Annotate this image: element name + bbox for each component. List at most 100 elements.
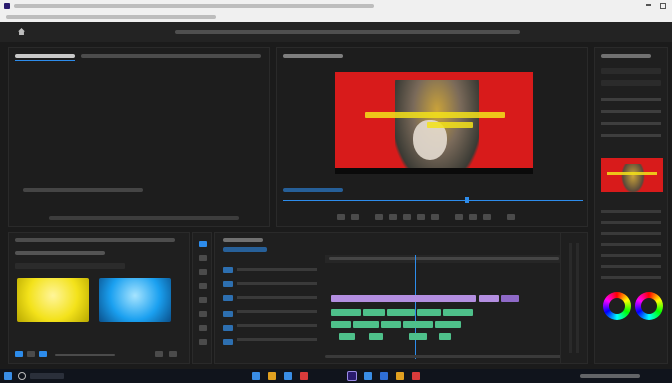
video-frame[interactable]: [335, 72, 533, 174]
audio-clip[interactable]: [331, 321, 351, 328]
timeline-playhead[interactable]: [415, 255, 416, 359]
settings-button[interactable]: [507, 214, 515, 220]
video-clip[interactable]: [501, 295, 519, 302]
audio-clip[interactable]: [381, 321, 401, 328]
program-scrubber[interactable]: [283, 200, 583, 201]
mark-in-button[interactable]: [337, 214, 345, 220]
playhead-marker[interactable]: [465, 197, 469, 203]
source-tab-active[interactable]: [15, 54, 75, 58]
right-panel-field[interactable]: [601, 80, 661, 86]
source-tabs-placeholder[interactable]: [81, 54, 261, 58]
track-a3-toggle[interactable]: [223, 339, 233, 345]
mark-out-button[interactable]: [351, 214, 359, 220]
project-search-input[interactable]: [15, 263, 125, 269]
taskbar-app-icon[interactable]: [300, 372, 308, 380]
pen-tool-icon[interactable]: [199, 311, 207, 317]
freeform-view-button[interactable]: [39, 351, 47, 357]
step-back-button[interactable]: [389, 214, 397, 220]
ripple-edit-tool-icon[interactable]: [199, 269, 207, 275]
video-clip[interactable]: [479, 295, 499, 302]
track-a1-toggle[interactable]: [223, 311, 233, 317]
color-wheel-shadows[interactable]: [603, 292, 631, 320]
start-icon[interactable]: [4, 372, 12, 380]
timeline-scrollbar[interactable]: [325, 355, 565, 358]
search-icon[interactable]: [18, 372, 26, 380]
selection-tool-icon[interactable]: [199, 241, 207, 247]
new-item-button[interactable]: [155, 351, 163, 357]
premiere-app-icon[interactable]: [347, 371, 357, 381]
go-to-in-button[interactable]: [375, 214, 383, 220]
taskbar-app-icon[interactable]: [412, 372, 420, 380]
project-item-blue[interactable]: [99, 278, 171, 322]
taskbar-search-field[interactable]: [30, 373, 64, 379]
color-wheel-highlights[interactable]: [635, 292, 663, 320]
timeline-panel: [214, 232, 588, 364]
type-tool-icon[interactable]: [199, 339, 207, 345]
close-button[interactable]: [660, 3, 666, 9]
audio-clip[interactable]: [363, 309, 385, 316]
taskbar: [0, 369, 672, 383]
taskbar-app-icon[interactable]: [364, 372, 372, 380]
overwrite-button[interactable]: [469, 214, 477, 220]
export-frame-button[interactable]: [483, 214, 491, 220]
audio-clip[interactable]: [443, 309, 473, 316]
video-clip[interactable]: [331, 295, 476, 302]
zoom-slider[interactable]: [55, 354, 115, 356]
tools-panel: [192, 232, 212, 364]
caption-line-1: [365, 112, 505, 118]
audio-clip[interactable]: [439, 333, 451, 340]
system-tray-placeholder[interactable]: [580, 374, 640, 378]
timeline-ruler[interactable]: [325, 255, 565, 263]
audio-clip[interactable]: [353, 321, 379, 328]
right-panel-settings-placeholder[interactable]: [601, 210, 661, 280]
taskbar-app-icon[interactable]: [380, 372, 388, 380]
audio-clip[interactable]: [409, 333, 427, 340]
go-to-out-button[interactable]: [431, 214, 439, 220]
timeline-timecode-placeholder: [223, 247, 267, 252]
audio-clip[interactable]: [331, 309, 361, 316]
list-view-button[interactable]: [15, 351, 23, 357]
insert-button[interactable]: [455, 214, 463, 220]
right-panel-field[interactable]: [601, 68, 661, 74]
preview-thumbnail[interactable]: [601, 158, 663, 192]
project-name-placeholder: [15, 251, 105, 255]
taskbar-app-icon[interactable]: [284, 372, 292, 380]
taskbar-app-icon[interactable]: [252, 372, 260, 380]
track-v3-toggle[interactable]: [223, 267, 233, 273]
audio-clip[interactable]: [417, 309, 441, 316]
icon-view-button[interactable]: [27, 351, 35, 357]
right-panel-rows-placeholder[interactable]: [601, 98, 661, 138]
slip-tool-icon[interactable]: [199, 297, 207, 303]
taskbar-app-icon[interactable]: [396, 372, 404, 380]
play-button[interactable]: [403, 214, 411, 220]
audio-clip[interactable]: [369, 333, 383, 340]
timeline-title-placeholder: [223, 238, 263, 242]
track-v1-toggle[interactable]: [223, 295, 233, 301]
razor-tool-icon[interactable]: [199, 283, 207, 289]
home-icon[interactable]: [18, 28, 25, 35]
audio-clip[interactable]: [387, 309, 415, 316]
hand-tool-icon[interactable]: [199, 325, 207, 331]
delete-button[interactable]: [169, 351, 177, 357]
app-icon: [4, 3, 10, 9]
track-a2-toggle[interactable]: [223, 325, 233, 331]
audio-clip[interactable]: [403, 321, 433, 328]
audio-track-a3: [329, 333, 569, 341]
menu-placeholder-bar[interactable]: [6, 15, 216, 19]
source-controls-placeholder[interactable]: [49, 216, 239, 220]
project-item-yellow[interactable]: [17, 278, 89, 322]
track-controls-placeholder[interactable]: [237, 268, 317, 348]
taskbar-app-icon[interactable]: [268, 372, 276, 380]
program-title-placeholder: [283, 54, 343, 58]
minimize-button[interactable]: [646, 4, 651, 6]
workspace-tabs-placeholder[interactable]: [175, 30, 520, 34]
step-forward-button[interactable]: [417, 214, 425, 220]
transport-controls: [337, 214, 537, 222]
track-select-tool-icon[interactable]: [199, 255, 207, 261]
audio-clip[interactable]: [339, 333, 355, 340]
audio-track-a1: [329, 309, 569, 317]
project-tabs-placeholder[interactable]: [15, 238, 175, 242]
audio-clip[interactable]: [435, 321, 461, 328]
meter-left: [569, 243, 572, 353]
track-v2-toggle[interactable]: [223, 281, 233, 287]
